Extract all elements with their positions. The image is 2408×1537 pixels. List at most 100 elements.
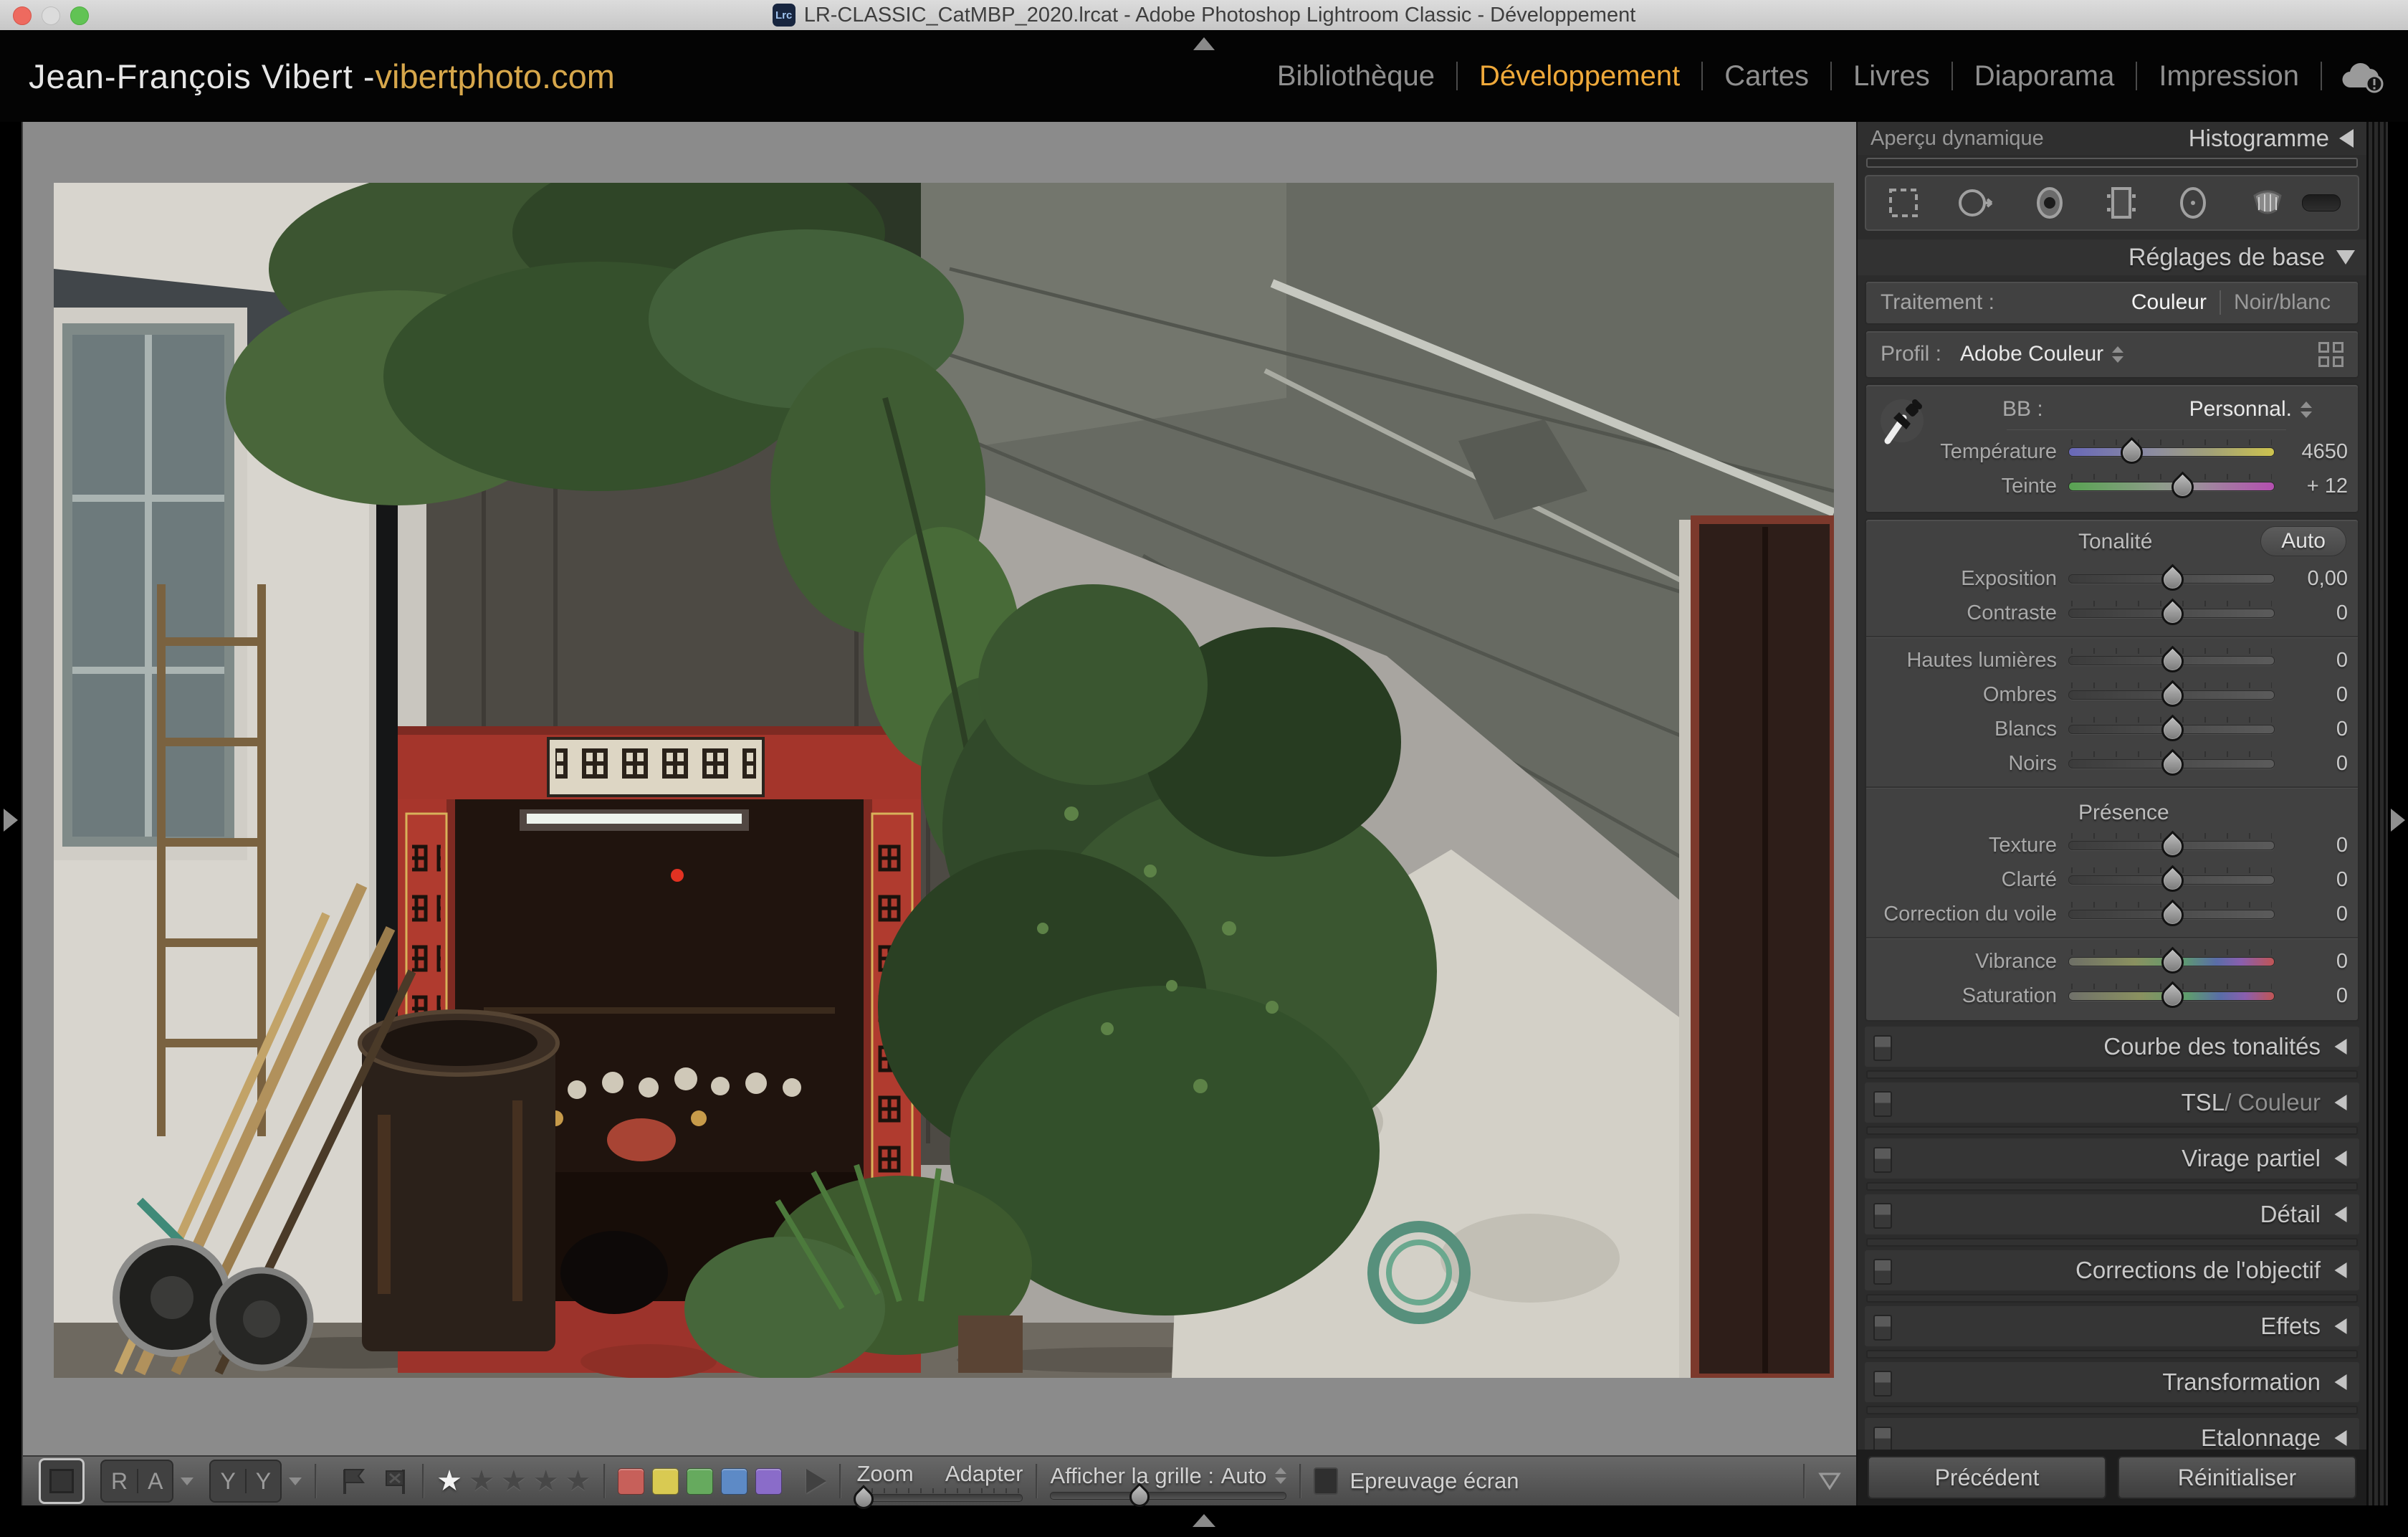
- slider-value[interactable]: + 12: [2275, 475, 2348, 498]
- adjustment-brush-tool-icon[interactable]: [2245, 183, 2290, 223]
- before-after-caret-icon[interactable]: [289, 1477, 302, 1485]
- slider-track-area[interactable]: [2068, 946, 2275, 976]
- slider-value[interactable]: 0: [2275, 950, 2348, 974]
- star-icon[interactable]: ★: [469, 1467, 494, 1495]
- slider-track-area[interactable]: [2068, 981, 2275, 1011]
- cloud-sync-alert-icon[interactable]: [2341, 59, 2386, 93]
- zoom-slider[interactable]: [856, 1494, 1023, 1502]
- white-balance-eyedropper-icon[interactable]: [1878, 396, 1924, 449]
- profile-caret-icon[interactable]: [2112, 346, 2123, 363]
- star-icon[interactable]: ★: [533, 1467, 559, 1495]
- panel-toggle-switch[interactable]: [1873, 1315, 1892, 1341]
- panel-toggle-switch[interactable]: [1873, 1091, 1892, 1117]
- module-books[interactable]: Livres: [1832, 60, 1951, 92]
- color-label-4[interactable]: [755, 1468, 782, 1495]
- panel-section-lens-corrections[interactable]: Corrections de l'objectif: [1865, 1250, 2359, 1290]
- zoom-label[interactable]: Zoom: [856, 1461, 913, 1487]
- smart-preview-status[interactable]: Aperçu dynamique: [1870, 127, 2044, 151]
- slider-value[interactable]: 0: [2275, 718, 2348, 741]
- loupe-view-button[interactable]: [39, 1458, 85, 1504]
- slider-track-area[interactable]: [2068, 865, 2275, 895]
- treatment-bw-option[interactable]: Noir/blanc: [2221, 290, 2344, 315]
- panel-section-effects[interactable]: Effets: [1865, 1306, 2359, 1346]
- slider-track-area[interactable]: [2068, 471, 2275, 501]
- star-icon[interactable]: ★: [501, 1467, 527, 1495]
- slider-value[interactable]: 0: [2275, 868, 2348, 892]
- panel-toggle-switch[interactable]: [1873, 1427, 1892, 1452]
- show-filmstrip-arrow-icon[interactable]: [1193, 1514, 1215, 1527]
- basic-panel-header[interactable]: Réglages de base: [1858, 239, 2366, 275]
- module-slideshow[interactable]: Diaporama: [1953, 60, 2136, 92]
- panel-section-detail[interactable]: Détail: [1865, 1194, 2359, 1234]
- reset-button[interactable]: Réinitialiser: [2118, 1456, 2356, 1499]
- slider-value[interactable]: 0: [2275, 601, 2348, 625]
- slider-track-area[interactable]: [2068, 563, 2275, 594]
- reference-view-button[interactable]: R A: [100, 1460, 173, 1503]
- expand-arrow-icon[interactable]: [2336, 250, 2355, 265]
- play-slideshow-icon[interactable]: [806, 1469, 826, 1493]
- red-eye-tool-icon[interactable]: [2030, 183, 2070, 223]
- toolbar-options-caret-icon[interactable]: [1817, 1471, 1842, 1491]
- slider-value[interactable]: 0: [2275, 649, 2348, 672]
- slider-value[interactable]: 0: [2275, 984, 2348, 1008]
- panel-toggle-switch[interactable]: [1873, 1259, 1892, 1285]
- previous-button[interactable]: Précédent: [1868, 1456, 2106, 1499]
- collapse-arrow-icon[interactable]: [2335, 1318, 2347, 1334]
- module-develop[interactable]: Développement: [1458, 60, 1701, 92]
- reject-flag-icon[interactable]: [381, 1465, 409, 1497]
- color-label-0[interactable]: [618, 1468, 644, 1495]
- star-icon[interactable]: ★: [436, 1467, 462, 1495]
- slider-thumb[interactable]: [2157, 564, 2189, 596]
- histogram-panel-header[interactable]: Aperçu dynamique Histogramme: [1858, 122, 2366, 155]
- graduated-filter-tool-icon[interactable]: [2101, 183, 2141, 223]
- identity-plate[interactable]: Jean-François Vibert - vibertphoto.com: [29, 30, 615, 122]
- collapse-arrow-icon[interactable]: [2335, 1039, 2347, 1055]
- soft-proof-checkbox[interactable]: [1314, 1467, 1338, 1495]
- collapse-arrow-icon[interactable]: [2335, 1430, 2347, 1446]
- color-label-1[interactable]: [652, 1468, 679, 1495]
- grid-mode-value[interactable]: Auto: [1221, 1463, 1267, 1489]
- panel-section-split-toning[interactable]: Virage partiel: [1865, 1138, 2359, 1179]
- slider-value[interactable]: 0: [2275, 752, 2348, 776]
- slider-track-area[interactable]: [2068, 645, 2275, 675]
- hide-right-panel-arrow-icon[interactable]: [2391, 809, 2405, 832]
- panel-toggle-switch[interactable]: [1873, 1371, 1892, 1396]
- panel-section-transform[interactable]: Transformation: [1865, 1362, 2359, 1402]
- grid-mode-caret-icon[interactable]: [1275, 1467, 1286, 1484]
- right-edge-strip[interactable]: [2388, 122, 2408, 1505]
- slider-value[interactable]: 0: [2275, 683, 2348, 707]
- slider-track-area[interactable]: [2068, 899, 2275, 929]
- profile-value[interactable]: Adobe Couleur: [1960, 342, 2123, 366]
- module-library[interactable]: Bibliothèque: [1256, 60, 1456, 92]
- color-label-2[interactable]: [687, 1468, 713, 1495]
- slider-value[interactable]: 4650: [2275, 440, 2348, 464]
- grid-size-slider[interactable]: [1050, 1492, 1286, 1500]
- color-label-3[interactable]: [721, 1468, 747, 1495]
- slider-track-area[interactable]: [2068, 437, 2275, 467]
- profile-browser-icon[interactable]: [2318, 342, 2344, 367]
- collapse-arrow-icon[interactable]: [2339, 129, 2354, 148]
- panel-toggle-switch[interactable]: [1873, 1203, 1892, 1229]
- collapse-arrow-icon[interactable]: [2335, 1095, 2347, 1110]
- fit-label[interactable]: Adapter: [945, 1461, 1023, 1487]
- wb-value[interactable]: Personnal.: [2189, 397, 2312, 422]
- filmstrip-collapsed-strip[interactable]: [0, 1505, 2408, 1537]
- module-maps[interactable]: Cartes: [1703, 60, 1830, 92]
- slider-track-area[interactable]: [2068, 830, 2275, 860]
- panel-section-hsl-color[interactable]: TSL / Couleur: [1865, 1082, 2359, 1123]
- before-after-view-button[interactable]: Y Y: [209, 1460, 282, 1503]
- slider-track-area[interactable]: [2068, 680, 2275, 710]
- panel-toggle-switch[interactable]: [1873, 1035, 1892, 1061]
- wb-caret-icon[interactable]: [2300, 401, 2312, 418]
- slider-value[interactable]: 0: [2275, 903, 2348, 926]
- pick-flag-icon[interactable]: [339, 1465, 371, 1497]
- slider-track-area[interactable]: [2068, 714, 2275, 744]
- left-panel-collapsed-strip[interactable]: [0, 122, 22, 1505]
- panel-toggle-switch[interactable]: [1873, 1147, 1892, 1173]
- star-icon[interactable]: ★: [565, 1467, 591, 1495]
- crop-tool-icon[interactable]: [1883, 183, 1924, 223]
- auto-tone-button[interactable]: Auto: [2260, 526, 2346, 556]
- spot-removal-tool-icon[interactable]: [1955, 183, 1998, 223]
- show-left-panel-arrow-icon[interactable]: [4, 809, 18, 832]
- reference-view-caret-icon[interactable]: [181, 1477, 194, 1485]
